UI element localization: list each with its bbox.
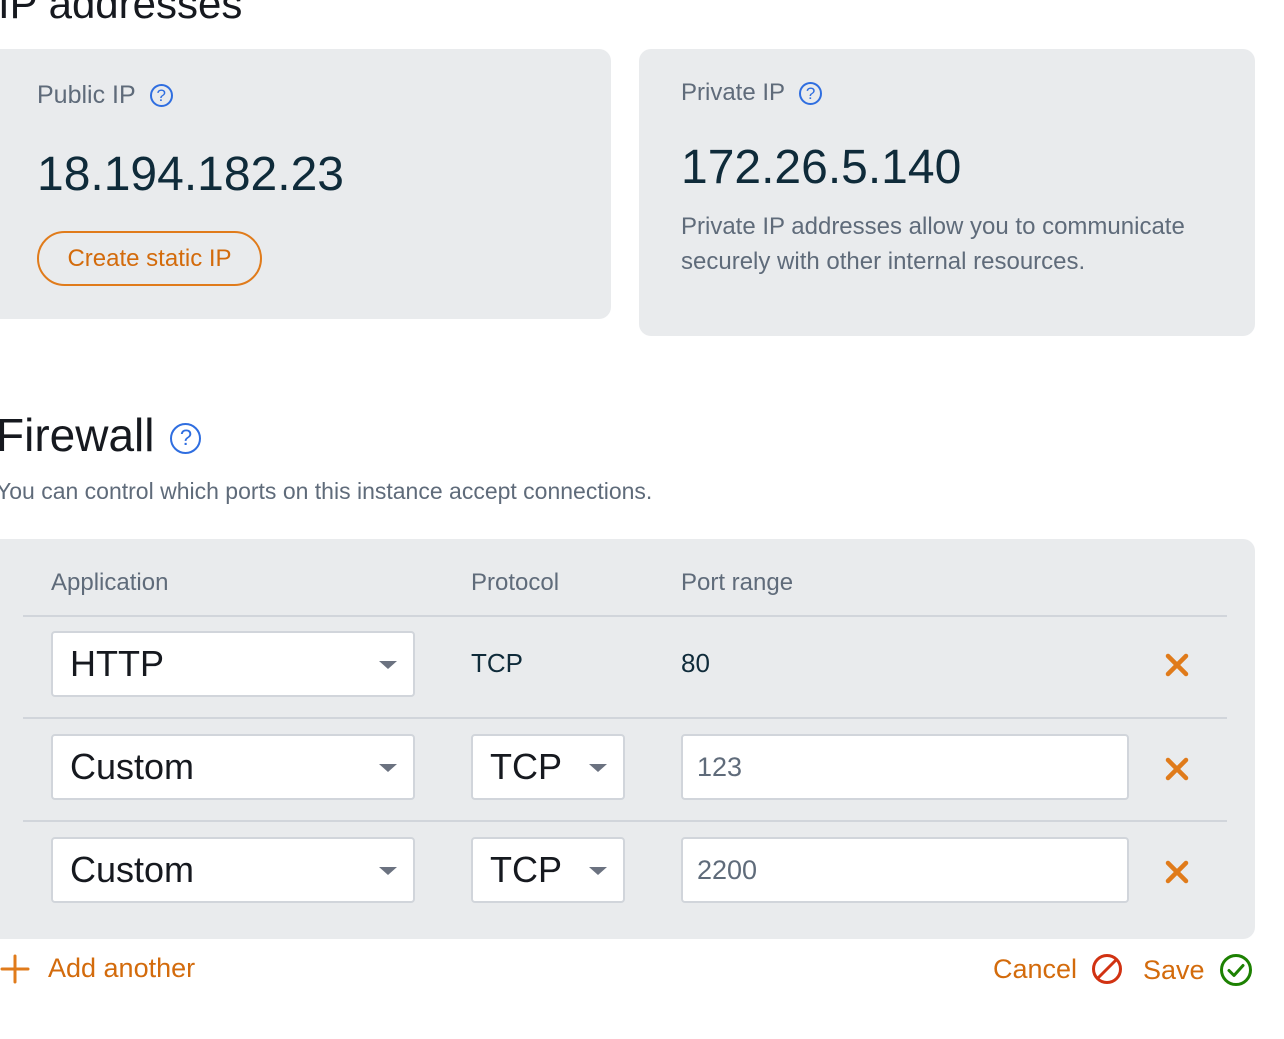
port-range-input[interactable] xyxy=(681,837,1129,903)
question-circle-icon[interactable]: ? xyxy=(799,81,823,105)
check-circle-icon xyxy=(1219,954,1252,986)
create-static-ip-button[interactable]: Create static IP xyxy=(37,231,262,286)
public-ip-card: Public IP ? 18.194.182.23 Create static … xyxy=(0,49,611,319)
close-x-icon[interactable] xyxy=(1162,650,1192,680)
public-ip-label-row: Public IP ? xyxy=(37,81,173,110)
cancel-button[interactable]: Cancel xyxy=(993,953,1123,985)
port-range-input[interactable] xyxy=(681,734,1129,800)
add-another-button[interactable]: Add another xyxy=(0,953,195,984)
caret-down-icon xyxy=(379,764,397,772)
caret-down-icon xyxy=(589,764,607,772)
private-ip-description: Private IP addresses allow you to commun… xyxy=(681,213,1185,275)
public-ip-value: 18.194.182.23 xyxy=(37,148,344,201)
protocol-text: TCP xyxy=(471,648,523,678)
column-header-protocol: Protocol xyxy=(471,569,560,596)
prohibited-icon xyxy=(1092,954,1123,984)
port-range-text: 80 xyxy=(681,648,710,678)
instance-networking-page: IP addresses Public IP ? 18.194.182.23 C… xyxy=(0,0,1284,1039)
application-select-value: HTTP xyxy=(70,643,164,684)
caret-down-icon xyxy=(379,867,397,875)
application-select-value: Custom xyxy=(70,849,195,890)
private-ip-value: 172.26.5.140 xyxy=(681,141,962,194)
protocol-select-value: TCP xyxy=(490,746,562,787)
application-select[interactable]: Custom xyxy=(51,837,415,903)
row-divider xyxy=(23,615,1227,617)
application-select-value: Custom xyxy=(70,746,195,787)
row-divider xyxy=(23,717,1227,719)
row-divider xyxy=(23,820,1227,822)
caret-down-icon xyxy=(379,661,397,669)
save-button[interactable]: Save xyxy=(1143,953,1253,987)
close-x-icon[interactable] xyxy=(1162,754,1192,784)
protocol-select[interactable]: TCP xyxy=(471,837,625,903)
firewall-description: You can control which ports on this inst… xyxy=(0,478,653,504)
plus-icon xyxy=(0,954,30,983)
protocol-select-value: TCP xyxy=(490,849,562,890)
close-x-icon[interactable] xyxy=(1162,857,1192,887)
application-select[interactable]: Custom xyxy=(51,734,415,800)
question-circle-icon[interactable]: ? xyxy=(170,422,202,454)
application-select[interactable]: HTTP xyxy=(51,631,415,697)
ip-addresses-title: IP addresses xyxy=(0,0,243,27)
private-ip-label: Private IP xyxy=(681,79,786,106)
private-ip-card: Private IP ? 172.26.5.140 Private IP add… xyxy=(639,49,1255,336)
public-ip-label: Public IP xyxy=(37,81,136,109)
save-label: Save xyxy=(1143,954,1205,985)
add-another-label: Add another xyxy=(48,953,196,983)
caret-down-icon xyxy=(589,867,607,875)
firewall-title-text: Firewall xyxy=(0,409,155,461)
cancel-label: Cancel xyxy=(993,953,1078,984)
question-circle-icon[interactable]: ? xyxy=(149,84,173,107)
firewall-rules-panel: Application Protocol Port range HTTP TCP… xyxy=(0,539,1255,939)
column-header-port-range: Port range xyxy=(681,569,794,596)
protocol-select[interactable]: TCP xyxy=(471,734,625,800)
private-ip-label-row: Private IP ? xyxy=(681,79,823,107)
column-header-application: Application xyxy=(51,569,169,596)
firewall-title: Firewall ? xyxy=(0,408,202,462)
